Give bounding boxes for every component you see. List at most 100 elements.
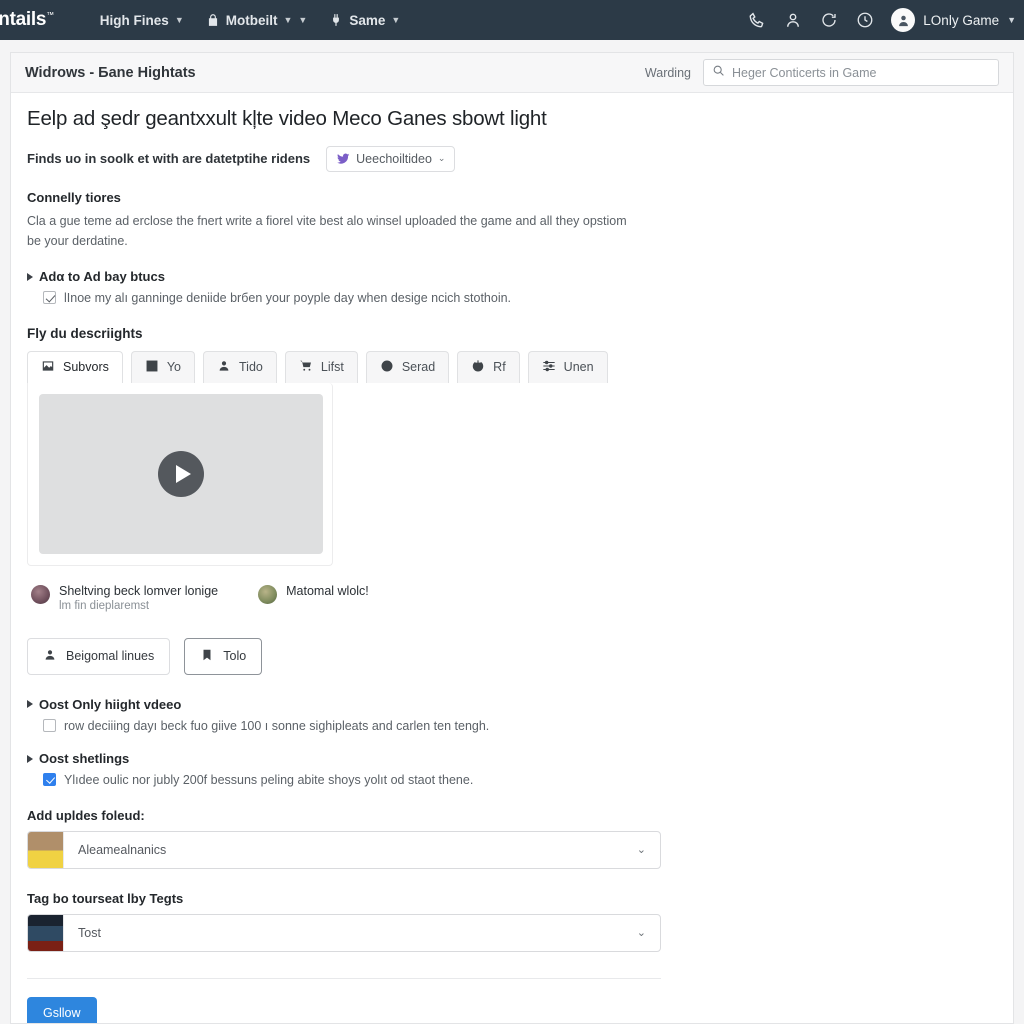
disclosure-oost-only-hight-video[interactable]: Oost Only hiight vdeeo <box>27 697 997 712</box>
tab-yo[interactable]: Yo <box>130 350 196 383</box>
button-label: Tolo <box>223 649 247 664</box>
checkbox-label: Ylıdee oulic nor jubly 200f bessuns peli… <box>64 773 474 788</box>
target-icon <box>380 359 394 376</box>
triangle-right-icon <box>27 700 33 709</box>
refresh-icon[interactable] <box>819 10 839 30</box>
warding-label: Warding <box>644 65 691 80</box>
button-label: Beigomal linues <box>66 649 155 664</box>
disclosure-label: Oost shetlings <box>39 751 130 767</box>
source-dropdown[interactable]: Ueechoiltideo ⌄ <box>326 145 456 172</box>
tab-label: Tido <box>239 360 263 375</box>
app-logo-text: entails <box>0 9 47 30</box>
sliders-icon <box>542 359 556 376</box>
cart-icon <box>299 359 313 376</box>
tab-serad[interactable]: Serad <box>365 350 450 383</box>
person-icon <box>217 359 231 376</box>
chevron-down-icon: ▼ <box>174 15 184 25</box>
person-icon <box>43 648 57 665</box>
tab-tido[interactable]: Tido <box>203 350 277 383</box>
card-header-actions: Warding <box>645 59 999 86</box>
phone-icon[interactable] <box>747 10 767 30</box>
upload-owner-select[interactable]: Aleamealnanics ⌄ <box>27 830 661 869</box>
grid-icon <box>145 359 159 376</box>
chevron-down-icon: ▼ <box>283 15 293 25</box>
user-name-label: LOnly Game <box>923 12 1000 28</box>
checkbox-row-oost-only: row deciiing dayı beck fuo giive 100 ı s… <box>27 718 997 736</box>
chevron-down-icon: ▼ <box>1007 15 1016 25</box>
page-title: Widrows - Бane Hightats <box>25 64 196 81</box>
disclosure-label: Adα to Ad bay btucs <box>39 269 165 285</box>
triangle-right-icon <box>27 754 33 763</box>
thumbnail-image <box>28 914 64 951</box>
chevron-down-icon: ⌄ <box>437 153 446 164</box>
bookmark-icon <box>200 648 214 665</box>
nav-item-motbeilt[interactable]: Motbeilt ▼ ▼ <box>196 5 318 36</box>
nav-menu: High Fines ▼ Motbeilt ▼ ▼ Same ▼ <box>90 5 410 36</box>
user-title: Matomal wlolc! <box>286 583 369 598</box>
user-list: Sheltving beck lomver lonige lm fin diep… <box>31 584 997 612</box>
checkbox-oost-shetlings[interactable] <box>43 773 56 787</box>
bird-icon <box>337 153 350 164</box>
trademark-mark: ™ <box>46 10 54 20</box>
select-value: Aleamealnanics <box>78 842 167 857</box>
avatar <box>891 8 916 32</box>
thumbnail-image <box>28 831 64 868</box>
tab-label: Unen <box>563 360 594 375</box>
checkbox-label: lInoe my alı ganninge deniide brбen your… <box>64 291 512 306</box>
avatar <box>258 584 278 604</box>
tab-unen[interactable]: Unen <box>527 350 608 383</box>
list-item[interactable]: Sheltving beck lomver lonige lm fin diep… <box>31 584 218 612</box>
tab-label: Serad <box>401 360 436 375</box>
nav-item-high-fines[interactable]: High Fines ▼ <box>90 5 194 36</box>
card-header: Widrows - Бane Hightats Warding <box>11 53 1013 93</box>
select-value: Tost <box>78 925 101 940</box>
user-title: Sheltving beck lomver lonige <box>59 583 219 598</box>
tab-label: Lifst <box>320 360 344 375</box>
app-logo[interactable]: entails™ <box>0 9 58 31</box>
nav-item-label: Same <box>349 12 386 28</box>
play-icon[interactable] <box>158 450 204 497</box>
video-player[interactable] <box>39 393 323 554</box>
checkbox-row-oost-shetlings: Ylıdee oulic nor jubly 200f bessuns peli… <box>27 772 997 790</box>
section-paragraph: Cla a gue teme ad erclose the fnert writ… <box>27 213 627 248</box>
checkbox-label: row deciiing dayı beck fuo giive 100 ı s… <box>64 718 490 733</box>
tag-select[interactable]: Tost ⌄ <box>27 913 661 952</box>
section-title: Connelly tiores <box>27 189 121 205</box>
checkbox-oost-only[interactable] <box>43 718 56 732</box>
checkbox-row-ad-bay: lInoe my alı ganninge deniide brбen your… <box>27 290 997 308</box>
nav-item-same[interactable]: Same ▼ <box>319 5 410 36</box>
nav-item-label: Motbeilt <box>225 12 278 28</box>
search-box[interactable] <box>703 59 999 86</box>
chevron-down-icon: ▼ <box>391 15 401 25</box>
power-icon <box>471 359 485 376</box>
tab-label: Subvors <box>63 360 109 375</box>
user-subtitle: lm fin dieplaremst <box>59 599 150 612</box>
checkbox-ad-bay[interactable] <box>43 291 56 305</box>
search-input[interactable] <box>732 65 990 80</box>
source-dropdown-label: Ueechoiltideo <box>356 151 432 166</box>
disclosure-oost-shetlings[interactable]: Oost shetlings <box>27 751 997 766</box>
tab-rf[interactable]: Rf <box>457 350 520 383</box>
clock-icon[interactable] <box>855 10 875 30</box>
tab-subvors[interactable]: Subvors <box>27 350 123 383</box>
beigomal-linues-button[interactable]: Beigomal linues <box>27 637 171 675</box>
tab-bar: Subvors Yo Tido Lifst Serad Rf Unen <box>27 350 997 383</box>
action-buttons: Beigomal linues Tolo <box>27 637 997 675</box>
nav-item-label: High Fines <box>99 12 169 28</box>
tab-label: Rf <box>493 360 506 375</box>
subtitle-row: Finds uo in soolk et with are datetptihe… <box>27 145 997 172</box>
lock-icon <box>206 13 220 27</box>
select-1-label: Add upldes foleud: <box>27 807 145 823</box>
divider <box>27 977 661 979</box>
subtitle-text: Finds uo in soolk et with are datetptihe… <box>27 151 311 167</box>
disclosure-add-to-ad-bay[interactable]: Adα to Ad bay btucs <box>27 269 997 284</box>
list-item[interactable]: Matomal wlolc! <box>258 584 369 604</box>
tab-label: Yo <box>166 360 182 375</box>
person-icon[interactable] <box>783 10 803 30</box>
tab-lifst[interactable]: Lifst <box>284 350 358 383</box>
user-menu[interactable]: LOnly Game ▼ <box>891 8 1016 32</box>
chevron-down-icon-secondary[interactable]: ▼ <box>298 15 307 25</box>
submit-button[interactable]: Gsllow <box>27 996 97 1023</box>
content-card: Widrows - Бane Hightats Warding Eelp ad … <box>10 52 1014 1024</box>
tolo-button[interactable]: Tolo <box>184 637 263 675</box>
